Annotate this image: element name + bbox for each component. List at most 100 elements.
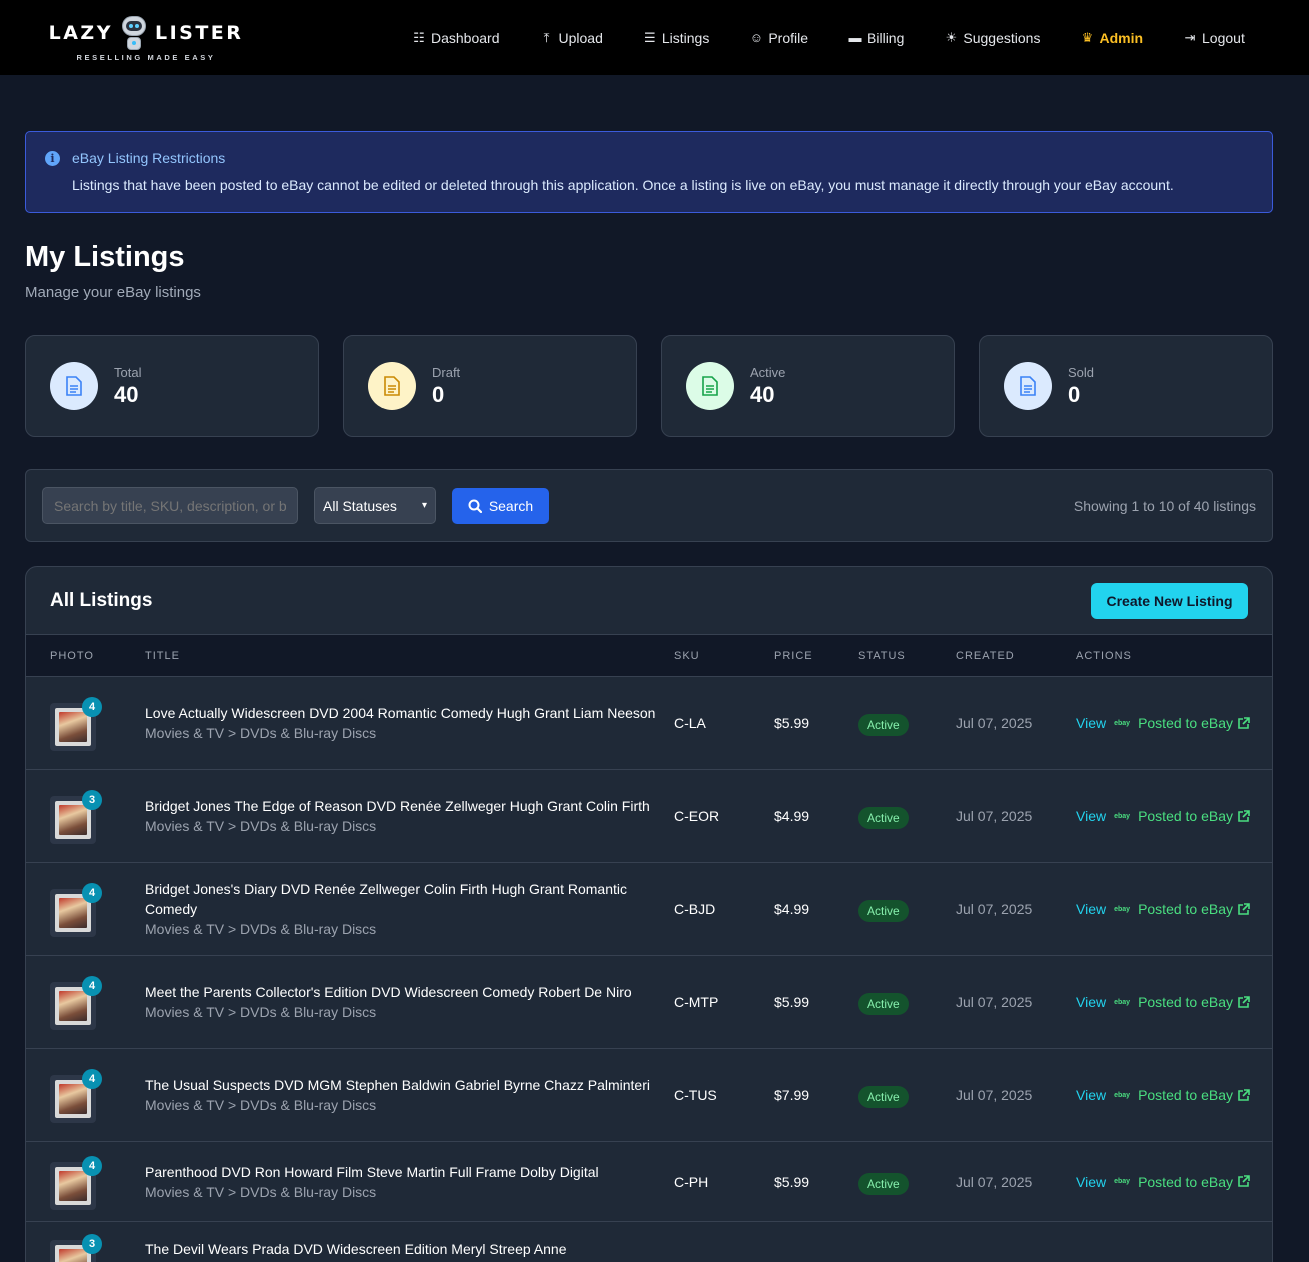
page-title: My Listings: [25, 241, 185, 273]
search-input[interactable]: [42, 487, 298, 524]
stat-label: Sold: [1068, 364, 1095, 380]
listing-sku: C-PH: [674, 1173, 709, 1190]
nav-label: Admin: [1099, 29, 1144, 46]
view-link[interactable]: View: [1076, 1087, 1106, 1103]
view-link[interactable]: View: [1076, 715, 1106, 731]
chart-icon: ☷: [413, 29, 425, 45]
listing-title: The Devil Wears Prada DVD Widescreen Edi…: [145, 1241, 567, 1257]
nav-upload[interactable]: ⤒ Upload: [540, 30, 603, 46]
ebay-logo-icon: ebay: [1114, 998, 1131, 1006]
brand-word-left: LAZY: [48, 21, 113, 44]
ebay-restriction-alert: i eBay Listing Restrictions Listings tha…: [25, 131, 1273, 213]
posted-to-ebay-link[interactable]: Posted to eBay: [1138, 1087, 1250, 1103]
view-link[interactable]: View: [1076, 994, 1106, 1010]
nav-label: Dashboard: [431, 29, 500, 46]
status-badge: Active: [858, 900, 909, 922]
listing-thumbnail[interactable]: 3: [50, 1234, 102, 1262]
listing-created: Jul 07, 2025: [956, 1173, 1033, 1190]
nav-label: Suggestions: [963, 29, 1041, 46]
alert-text: Listings that have been posted to eBay c…: [72, 177, 1174, 193]
listing-category: Movies & TV > DVDs & Blu-ray Discs: [145, 1097, 377, 1113]
listing-thumbnail[interactable]: 4: [50, 697, 102, 751]
posted-to-ebay-link[interactable]: Posted to eBay: [1138, 901, 1250, 917]
ebay-logo-icon: ebay: [1114, 719, 1131, 727]
listing-created: Jul 07, 2025: [956, 715, 1033, 731]
posted-to-ebay-link[interactable]: Posted to eBay: [1138, 1174, 1250, 1190]
posted-to-ebay-link[interactable]: Posted to eBay: [1138, 994, 1250, 1010]
column-header-title: TITLE: [145, 649, 180, 662]
nav-label: Logout: [1202, 29, 1245, 46]
listings-table-card: All Listings Create New Listing PHOTO TI…: [25, 566, 1273, 1262]
listing-created: Jul 07, 2025: [956, 901, 1033, 917]
external-link-icon: [1238, 995, 1250, 1008]
create-listing-button[interactable]: Create New Listing: [1091, 582, 1248, 619]
listing-created: Jul 07, 2025: [956, 994, 1033, 1010]
robot-mascot-icon: [119, 14, 149, 52]
listing-price: $4.99: [774, 901, 810, 917]
nav-billing[interactable]: ▬ Billing: [848, 29, 905, 46]
external-link-icon: [1238, 809, 1250, 822]
listing-thumbnail[interactable]: 3: [50, 790, 102, 844]
posted-to-ebay-link[interactable]: Posted to eBay: [1138, 715, 1250, 731]
listing-thumbnail[interactable]: 4: [50, 976, 102, 1030]
external-link-icon: [1238, 716, 1250, 729]
stat-label: Total: [114, 364, 142, 380]
document-icon: [368, 362, 416, 410]
posted-to-ebay-label: Posted to eBay: [1138, 715, 1234, 731]
nav-logout[interactable]: ⇥ Logout: [1183, 30, 1245, 46]
ebay-logo-icon: ebay: [1114, 1091, 1131, 1099]
listing-created: Jul 07, 2025: [956, 1087, 1033, 1103]
showing-count: Showing 1 to 10 of 40 listings: [1073, 497, 1256, 514]
stat-label: Draft: [432, 364, 461, 380]
table-body: 4 Love Actually Widescreen DVD 2004 Roma…: [26, 677, 1272, 1262]
listing-thumbnail[interactable]: 4: [50, 1069, 102, 1123]
search-button[interactable]: Search: [452, 487, 549, 524]
posted-to-ebay-link[interactable]: Posted to eBay: [1138, 808, 1250, 824]
user-icon: ☺: [749, 30, 763, 45]
status-badge: Active: [858, 807, 909, 829]
view-link[interactable]: View: [1076, 1174, 1106, 1190]
nav-dashboard[interactable]: ☷ Dashboard: [412, 29, 500, 46]
ebay-logo-icon: ebay: [1114, 905, 1131, 913]
table-row: 4 Meet the Parents Collector's Edition D…: [26, 956, 1272, 1049]
document-icon: [50, 362, 98, 410]
document-icon: [686, 362, 734, 410]
nav-suggestions[interactable]: ☀ Suggestions: [944, 29, 1041, 46]
stats-row: Total 40 Draft 0 Active 40 Sold 0: [25, 335, 1273, 437]
column-header-sku: SKU: [674, 649, 700, 662]
nav-admin[interactable]: ♛ Admin: [1080, 30, 1143, 46]
view-link[interactable]: View: [1076, 808, 1106, 824]
stat-value: 0: [1068, 381, 1081, 407]
listing-created: Jul 07, 2025: [956, 808, 1033, 824]
ebay-logo-icon: ebay: [1114, 1178, 1131, 1185]
nav-label: Billing: [867, 29, 905, 46]
listing-thumbnail[interactable]: 4: [50, 1155, 102, 1210]
stat-value: 40: [750, 381, 775, 407]
listing-price: $5.99: [774, 1173, 810, 1190]
main-content: i eBay Listing Restrictions Listings tha…: [0, 131, 1309, 1262]
stat-value: 0: [432, 381, 445, 407]
document-icon: [1004, 362, 1052, 410]
nav-profile[interactable]: ☺ Profile: [749, 30, 808, 46]
table-row: 3 Bridget Jones The Edge of Reason DVD R…: [26, 770, 1272, 863]
listing-sku: C-TUS: [674, 1087, 717, 1103]
table-row: 4 Parenthood DVD Ron Howard Film Steve M…: [26, 1142, 1272, 1222]
brand-logo[interactable]: LAZY LISTER RESELLING MADE EASY: [48, 14, 241, 62]
status-select[interactable]: All Statuses ▾: [314, 487, 436, 524]
table-row: 4 Love Actually Widescreen DVD 2004 Roma…: [26, 677, 1272, 770]
posted-to-ebay-label: Posted to eBay: [1138, 1087, 1234, 1103]
column-header-created: CREATED: [956, 649, 1015, 662]
nav-menu: ☷ Dashboard ⤒ Upload ☰ Listings ☺ Profil…: [412, 0, 1285, 75]
view-link[interactable]: View: [1076, 901, 1106, 917]
listing-title: Bridget Jones The Edge of Reason DVD Ren…: [145, 798, 650, 814]
column-header-actions: ACTIONS: [1076, 649, 1132, 662]
listing-thumbnail[interactable]: 4: [50, 883, 102, 937]
photo-count-badge: 4: [82, 976, 102, 996]
photo-count-badge: 3: [82, 790, 102, 810]
nav-listings[interactable]: ☰ Listings: [643, 30, 709, 46]
brand-tagline: RESELLING MADE EASY: [76, 52, 216, 62]
logout-icon: ⇥: [1184, 29, 1196, 45]
list-icon: ☰: [644, 29, 656, 45]
posted-to-ebay-label: Posted to eBay: [1138, 901, 1234, 917]
listing-category: Movies & TV > DVDs & Blu-ray Discs: [145, 1183, 377, 1200]
